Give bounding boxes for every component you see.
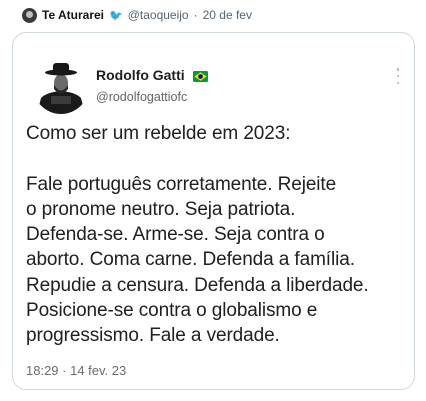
post-date[interactable]: 20 de fev (203, 8, 252, 22)
post-timestamp[interactable]: 18:29 · 14 fev. 23 (26, 363, 126, 378)
author-handle[interactable]: @rodolfogattiofc (96, 90, 187, 104)
outer-post-header: Te Aturarei 🐦 @taoqueijo · 20 de fev (22, 6, 252, 24)
more-vertical-icon[interactable] (395, 68, 401, 84)
user-handle[interactable]: @taoqueijo (128, 8, 189, 22)
brazil-flag-icon (192, 71, 208, 82)
author-name-text: Rodolfo Gatti (96, 67, 185, 83)
author-name[interactable]: Rodolfo Gatti (96, 67, 208, 83)
post-text: Como ser um rebelde em 2023: Fale portug… (26, 123, 369, 347)
separator-dot: · (193, 8, 198, 22)
display-name[interactable]: Te Aturarei (42, 8, 104, 22)
author-avatar[interactable] (33, 58, 89, 114)
avatar[interactable] (22, 7, 37, 23)
twitter-bird-icon: 🐦 (109, 9, 123, 22)
